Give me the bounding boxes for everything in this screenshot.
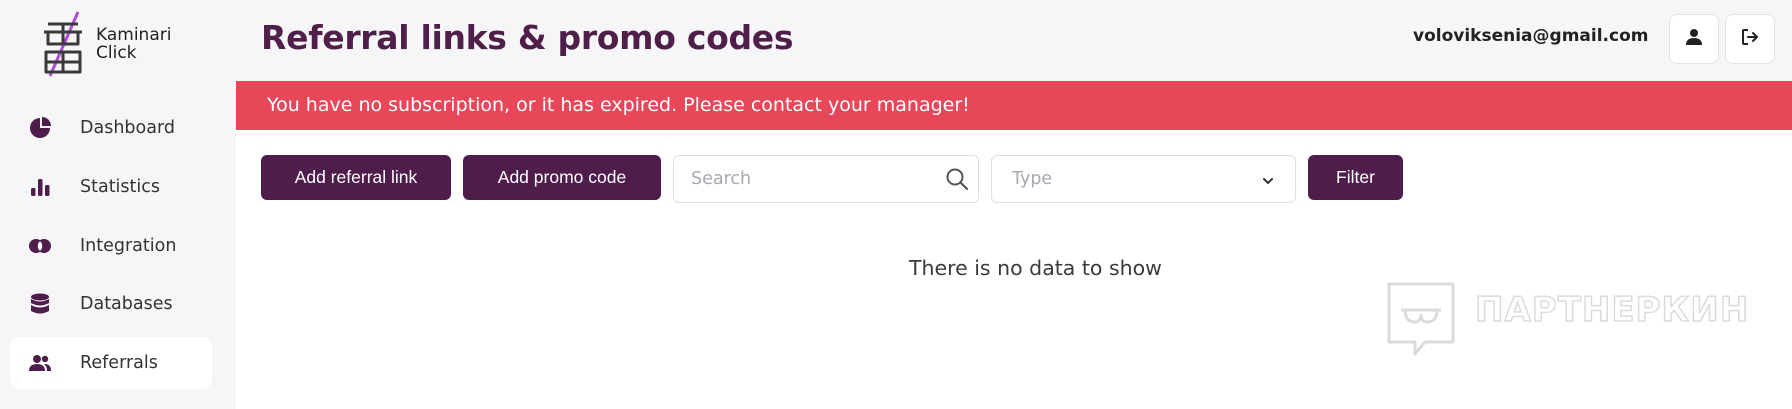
chevron-down-icon xyxy=(1261,173,1275,187)
sidebar-item-label: Integration xyxy=(80,236,177,256)
brand-line1: Kaminari xyxy=(96,25,172,45)
pie-chart-icon xyxy=(28,116,52,140)
sidebar-item-label: Databases xyxy=(80,294,173,314)
sidebar-item-dashboard[interactable]: Dashboard xyxy=(10,102,212,154)
link-icon xyxy=(28,234,52,258)
filter-button[interactable]: Filter xyxy=(1308,155,1403,200)
add-referral-link-button[interactable]: Add referral link xyxy=(261,155,451,200)
subscription-alert: You have no subscription, or it has expi… xyxy=(236,81,1792,130)
user-icon xyxy=(1685,28,1703,50)
sidebar-item-label: Dashboard xyxy=(80,118,175,138)
sidebar-item-statistics[interactable]: Statistics xyxy=(10,161,212,213)
search-input[interactable] xyxy=(674,156,934,202)
sidebar-item-databases[interactable]: Databases xyxy=(10,278,212,330)
type-select[interactable]: Type xyxy=(991,155,1296,203)
user-email: voloviksenia@gmail.com xyxy=(1413,26,1649,46)
logout-icon xyxy=(1741,28,1759,50)
add-promo-code-button[interactable]: Add promo code xyxy=(463,155,661,200)
database-icon xyxy=(28,292,52,316)
partnerkin-watermark: ПАРТНЕРКИН xyxy=(1385,280,1749,358)
bar-chart-icon xyxy=(28,175,52,199)
brand-name: Kaminari Click xyxy=(96,26,171,62)
kaminari-logo[interactable]: Kaminari Click xyxy=(40,10,200,80)
alert-text: You have no subscription, or it has expi… xyxy=(267,94,970,116)
sidebar: Kaminari Click Dashboard Statistics Inte… xyxy=(0,0,236,409)
users-icon xyxy=(28,351,52,375)
watermark-logo-icon xyxy=(1387,282,1455,356)
search-icon[interactable] xyxy=(945,167,969,191)
sidebar-item-label: Referrals xyxy=(80,353,158,373)
empty-state-message: There is no data to show xyxy=(909,256,1162,280)
type-select-placeholder: Type xyxy=(1012,169,1053,189)
brand-line2: Click xyxy=(96,43,137,63)
sidebar-item-integration[interactable]: Integration xyxy=(10,220,212,272)
logo-icon xyxy=(44,11,82,77)
sidebar-item-referrals[interactable]: Referrals xyxy=(10,337,212,389)
search-box xyxy=(673,155,979,203)
top-bar: Referral links & promo codes volovikseni… xyxy=(236,0,1792,81)
page-title: Referral links & promo codes xyxy=(261,18,794,57)
logout-button[interactable] xyxy=(1725,14,1775,64)
profile-button[interactable] xyxy=(1669,14,1719,64)
watermark-text: ПАРТНЕРКИН xyxy=(1474,289,1750,331)
sidebar-item-label: Statistics xyxy=(80,177,160,197)
